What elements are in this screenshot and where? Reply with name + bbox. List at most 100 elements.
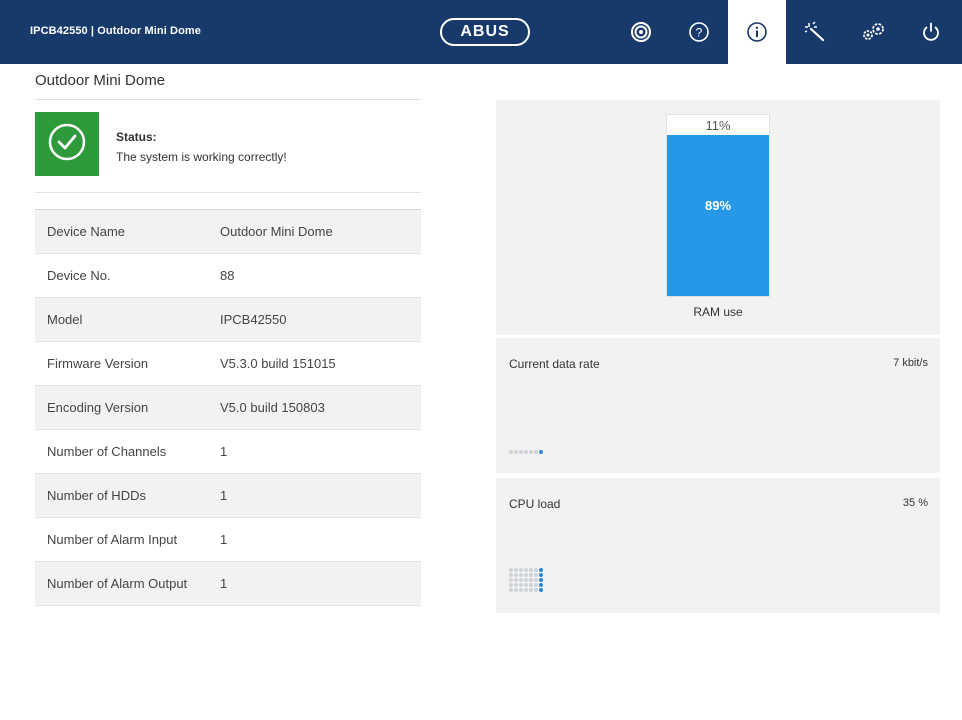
graph-dot <box>514 588 518 592</box>
divider <box>35 99 421 100</box>
info-key: Number of HDDs <box>47 488 146 503</box>
graph-dot <box>509 583 513 587</box>
graph-dot <box>509 578 513 582</box>
graph-dot <box>519 568 523 572</box>
info-value: 1 <box>220 532 228 547</box>
info-key: Firmware Version <box>47 356 149 371</box>
logout-nav[interactable] <box>902 0 960 64</box>
data-rate-label: Current data rate <box>509 357 600 371</box>
graph-dot <box>514 583 518 587</box>
graph-dot <box>529 588 533 592</box>
table-row: Device Name Outdoor Mini Dome <box>35 210 421 254</box>
graph-dot <box>509 450 513 454</box>
graph-dot <box>519 573 523 577</box>
info-key: Device Name <box>47 224 126 239</box>
graph-dot <box>539 573 543 577</box>
divider <box>35 192 421 193</box>
graph-dot <box>519 588 523 592</box>
page-title: Outdoor Mini Dome <box>35 72 166 89</box>
live-view-nav[interactable] <box>612 0 670 64</box>
info-value: IPCB42550 <box>220 312 287 327</box>
graph-dot <box>524 588 528 592</box>
table-row: Number of Alarm Input 1 <box>35 518 421 562</box>
camera-lens-icon <box>630 21 652 43</box>
graph-dot <box>534 578 538 582</box>
table-row: Number of Channels 1 <box>35 430 421 474</box>
graph-dot <box>519 583 523 587</box>
info-key: Number of Alarm Output <box>47 576 188 591</box>
graph-dot <box>514 450 518 454</box>
device-info-table: Device Name Outdoor Mini Dome Device No. 8… <box>35 209 421 606</box>
info-key: Number of Channels <box>47 444 167 459</box>
wizard-nav[interactable] <box>786 0 844 64</box>
graph-dot <box>524 450 528 454</box>
svg-text:?: ? <box>696 26 703 40</box>
graph-dot <box>534 583 538 587</box>
graph-dot <box>529 578 533 582</box>
graph-dot <box>509 588 513 592</box>
status-indicator <box>35 112 99 176</box>
data-rate-value: 7 kbit/s <box>893 357 928 369</box>
top-bar: IPCB42550 | Outdoor Mini Dome ABUS ? <box>0 0 962 64</box>
ram-used-percent: 89% <box>704 198 732 213</box>
graph-dot <box>509 568 513 572</box>
ram-usage-card: 11% 89% RAM use <box>496 100 940 335</box>
cpu-load-card: CPU load 35 % <box>496 478 940 613</box>
data-rate-card: Current data rate 7 kbit/s <box>496 338 940 473</box>
table-row: Model IPCB42550 <box>35 298 421 342</box>
status-heading: Status: <box>116 130 157 144</box>
info-key: Encoding Version <box>47 400 149 415</box>
cpu-load-value: 35 % <box>902 497 928 509</box>
gears-icon <box>860 21 886 43</box>
info-key: Number of Alarm Input <box>47 532 178 547</box>
info-nav[interactable] <box>728 0 786 64</box>
info-icon <box>746 21 768 43</box>
graph-dot <box>529 568 533 572</box>
settings-nav[interactable] <box>844 0 902 64</box>
table-row: Firmware Version V5.3.0 build 151015 <box>35 342 421 386</box>
ram-bar: 11% 89% <box>666 114 770 297</box>
graph-dot <box>539 450 543 454</box>
magic-wand-icon <box>803 21 827 43</box>
info-value: Outdoor Mini Dome <box>220 224 333 239</box>
table-row: Encoding Version V5.0 build 150803 <box>35 386 421 430</box>
graph-dot <box>539 588 543 592</box>
power-icon <box>920 21 942 43</box>
graph-dot <box>514 568 518 572</box>
graph-dot <box>514 573 518 577</box>
info-value: 1 <box>220 488 228 503</box>
cpu-load-graph <box>509 568 569 598</box>
info-key: Model <box>47 312 83 327</box>
ram-caption: RAM use <box>693 305 743 319</box>
ram-free-percent: 11% <box>705 118 731 133</box>
table-row: Number of Alarm Output 1 <box>35 562 421 606</box>
graph-dot <box>539 568 543 572</box>
graph-dot <box>529 450 533 454</box>
cpu-load-label: CPU load <box>509 497 561 511</box>
graph-dot <box>529 573 533 577</box>
graph-dot <box>519 578 523 582</box>
graph-dot <box>539 578 543 582</box>
table-row: Number of HDDs 1 <box>35 474 421 518</box>
graph-dot <box>524 578 528 582</box>
device-title: IPCB42550 | Outdoor Mini Dome <box>30 25 202 37</box>
graph-dot <box>514 578 518 582</box>
graph-dot <box>534 568 538 572</box>
table-row: Device No. 88 <box>35 254 421 298</box>
graph-dot <box>519 450 523 454</box>
graph-dot <box>524 573 528 577</box>
graph-dot <box>509 573 513 577</box>
help-nav[interactable]: ? <box>670 0 728 64</box>
data-rate-graph <box>509 450 569 460</box>
check-circle-icon <box>47 122 87 167</box>
info-value: 1 <box>220 576 228 591</box>
info-value: 1 <box>220 444 228 459</box>
abus-logo: ABUS <box>440 18 530 46</box>
graph-dot <box>534 588 538 592</box>
graph-dot <box>529 583 533 587</box>
graph-dot <box>524 583 528 587</box>
info-value: 88 <box>220 268 235 283</box>
graph-dot <box>534 573 538 577</box>
graph-dot <box>534 450 538 454</box>
graph-dot <box>524 568 528 572</box>
